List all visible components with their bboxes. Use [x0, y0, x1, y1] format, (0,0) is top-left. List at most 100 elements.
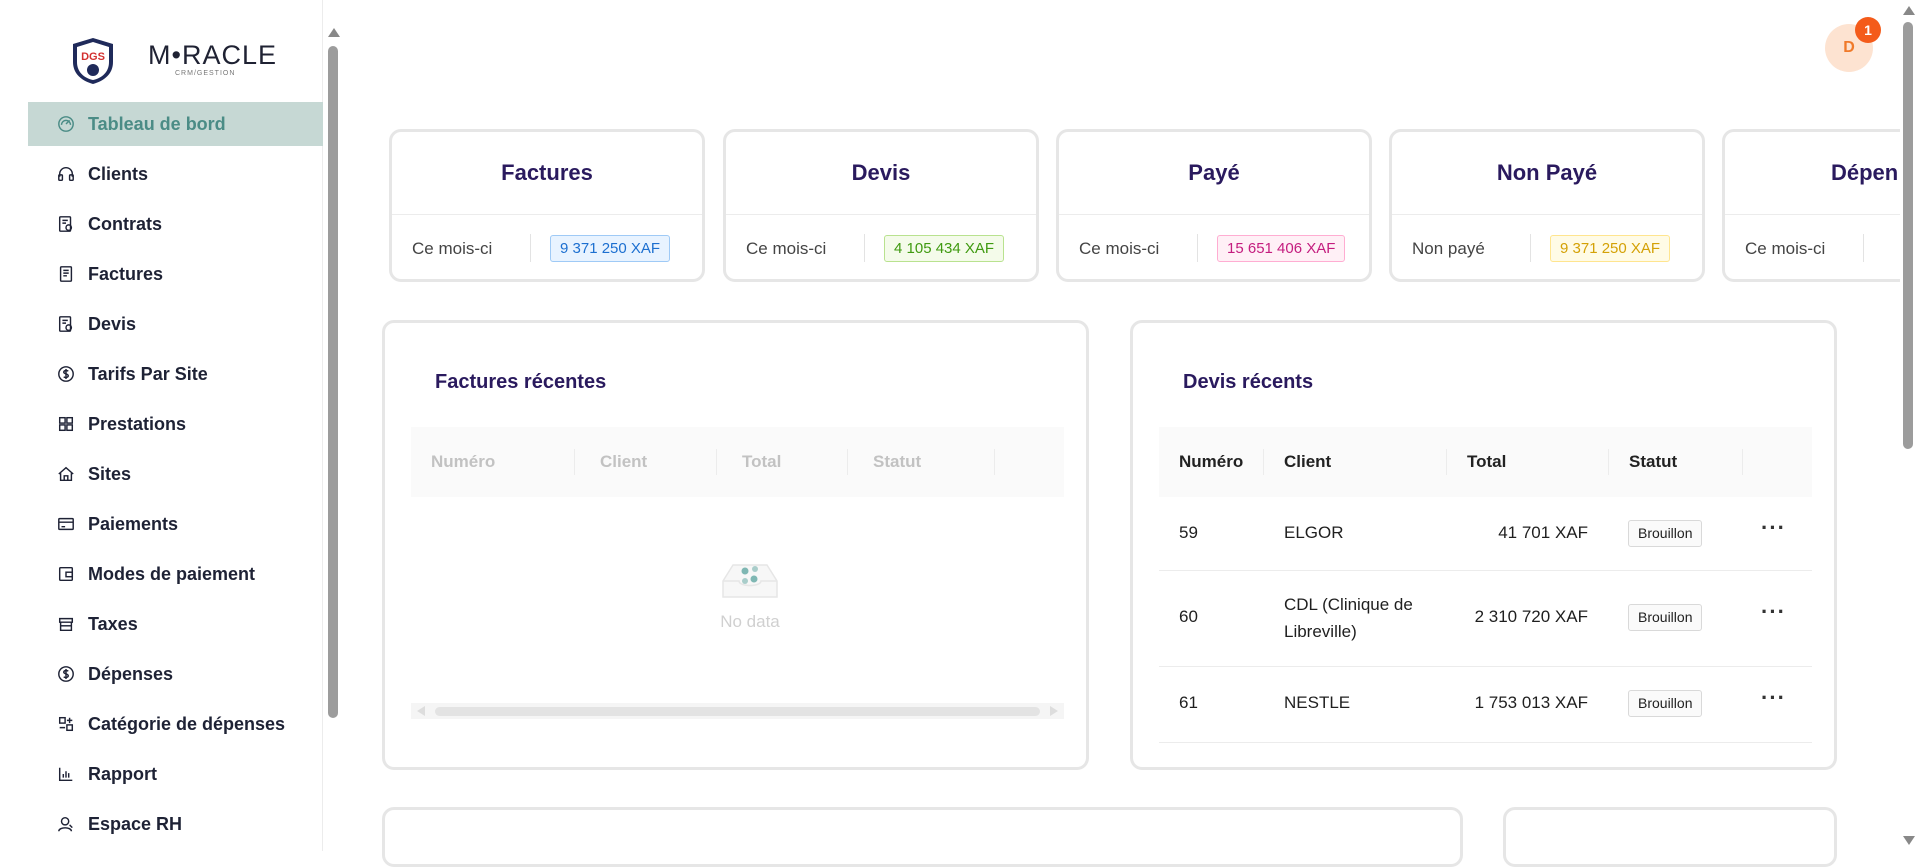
sidebar-item-paiements[interactable]: Paiements	[28, 502, 323, 546]
stat-card-value: 9 371 250 XAF	[550, 235, 671, 262]
stat-card-title: Devis	[851, 160, 911, 185]
table-row[interactable]: 61 NESTLE 1 753 013 XAF Brouillon ···	[1159, 667, 1812, 743]
stat-card-label: Ce mois-ci	[412, 239, 493, 258]
stat-card-title: Non Payé	[1496, 160, 1598, 185]
scroll-left-icon[interactable]	[417, 706, 425, 716]
shop-icon	[56, 614, 76, 634]
dashboard-icon	[56, 114, 76, 134]
sidebar-item-categorie-de-depenses[interactable]: Catégorie de dépenses	[28, 702, 323, 746]
sidebar-item-factures[interactable]: Factures	[28, 252, 323, 296]
sidebar-item-contrats[interactable]: Contrats	[28, 202, 323, 246]
divider	[1742, 449, 1743, 475]
stat-card-paye: Payé Ce mois-ci 15 651 406 XAF	[1056, 129, 1372, 282]
row-actions-button[interactable]: ···	[1761, 515, 1786, 541]
sidebar-item-depenses[interactable]: Dépenses	[28, 652, 323, 696]
sidebar-item-label: Tableau de bord	[88, 113, 226, 134]
sidebar-item-label: Clients	[88, 163, 149, 184]
scroll-right-icon[interactable]	[1050, 706, 1058, 716]
row-actions-button[interactable]: ···	[1761, 599, 1786, 625]
recent-quotes-panel: Devis récents Numéro Client Total Statut…	[1130, 320, 1837, 770]
sidebar-item-label: Catégorie de dépenses	[88, 713, 286, 734]
table-row[interactable]: 59 ELGOR 41 701 XAF Brouillon ···	[1159, 497, 1812, 571]
sidebar-item-taxes[interactable]: Taxes	[28, 602, 323, 646]
divider	[1392, 214, 1702, 215]
stat-card-label: Non payé	[1412, 239, 1485, 258]
empty-state-text: No data	[720, 612, 780, 631]
app-logo[interactable]: DGS M•RACLE CRM/GESTION	[70, 36, 276, 86]
stat-card-non-paye: Non Payé Non payé 9 371 250 XAF	[1389, 129, 1705, 282]
scroll-up-icon[interactable]	[328, 28, 340, 37]
divider	[574, 449, 575, 475]
quote-number: 59	[1179, 523, 1198, 542]
sidebar-item-devis[interactable]: Devis	[28, 302, 323, 346]
page-scrollbar-thumb[interactable]	[1903, 22, 1913, 449]
sidebar-item-label: Prestations	[88, 413, 187, 434]
sidebar-item-label: Contrats	[88, 213, 163, 234]
sidebar-scrollbar-thumb[interactable]	[328, 46, 338, 718]
status-badge: Brouillon	[1628, 690, 1703, 717]
sidebar-item-tableau-de-bord[interactable]: Tableau de bord	[28, 102, 323, 146]
dollar-circle-icon	[56, 664, 76, 684]
row-actions-button[interactable]: ···	[1761, 685, 1786, 711]
sidebar-item-sites[interactable]: Sites	[28, 452, 323, 496]
dollar-circle-icon	[56, 364, 76, 384]
divider	[1059, 214, 1369, 215]
wallet-icon	[56, 564, 76, 584]
sidebar-item-label: Rapport	[88, 763, 157, 784]
horizontal-scrollbar[interactable]	[411, 703, 1064, 719]
status-badge: Brouillon	[1628, 520, 1703, 547]
quote-number: 60	[1179, 607, 1198, 626]
divider	[530, 234, 531, 262]
brand-subtitle: CRM/GESTION	[175, 70, 236, 77]
column-header: Client	[1284, 452, 1332, 471]
sidebar-item-tarifs-par-site[interactable]: Tarifs Par Site	[28, 352, 323, 396]
panel-title: Factures récentes	[435, 371, 607, 393]
page-scrollbar[interactable]	[1900, 0, 1916, 851]
headset-icon	[56, 164, 76, 184]
sidebar: DGS M•RACLE CRM/GESTION Tableau de bord …	[0, 0, 340, 851]
divider	[716, 449, 717, 475]
stat-card-value: 9 371 250 XAF	[1550, 235, 1671, 262]
table-row[interactable]: 60 CDL (Clinique de Libreville) 2 310 72…	[1159, 571, 1812, 667]
notification-badge[interactable]: 1	[1855, 17, 1881, 43]
sidebar-item-rapport[interactable]: Rapport	[28, 752, 323, 796]
sidebar-item-prestations[interactable]: Prestations	[28, 402, 323, 446]
stat-card-value: 4 105 434 XAF	[884, 235, 1005, 262]
table-header: Numéro Client Total Statut	[1159, 427, 1812, 497]
divider	[1530, 234, 1531, 262]
quote-client: CDL (Clinique de Libreville)	[1284, 595, 1413, 641]
divider	[864, 234, 865, 262]
credit-card-icon	[56, 514, 76, 534]
table-header: Numéro Client Total Statut	[411, 427, 1064, 497]
divider	[1197, 234, 1198, 262]
scroll-up-icon[interactable]	[1903, 6, 1915, 15]
panel-title: Devis récents	[1183, 371, 1314, 393]
stat-card-devis: Devis Ce mois-ci 4 105 434 XAF	[723, 129, 1039, 282]
divider	[1725, 214, 1900, 215]
quote-total: 1 753 013 XAF	[1474, 693, 1588, 712]
sidebar-scrollbar[interactable]	[327, 28, 340, 851]
empty-box-icon	[722, 564, 778, 598]
quote-icon	[56, 314, 76, 334]
quote-number: 61	[1179, 693, 1198, 712]
sidebar-item-label: Taxes	[88, 613, 138, 634]
shield-logo-icon: DGS	[73, 38, 113, 84]
grid-icon	[56, 414, 76, 434]
sidebar-item-modes-de-paiement[interactable]: Modes de paiement	[28, 552, 323, 596]
column-header: Statut	[873, 452, 922, 471]
sidebar-item-espace-rh[interactable]: Espace RH	[28, 802, 323, 846]
divider	[392, 214, 702, 215]
column-header: Total	[742, 452, 782, 471]
sidebar-item-label: Paiements	[88, 513, 179, 534]
brand-name: M•RACLE	[148, 40, 277, 70]
sidebar-item-label: Dépenses	[88, 663, 174, 684]
horizontal-scrollbar-thumb[interactable]	[435, 707, 1040, 716]
home-icon	[56, 464, 76, 484]
contract-icon	[56, 214, 76, 234]
user-icon	[56, 814, 76, 834]
sidebar-item-label: Sites	[88, 463, 132, 484]
sidebar-item-label: Factures	[88, 263, 164, 284]
sidebar-item-clients[interactable]: Clients	[28, 152, 323, 196]
scroll-down-icon[interactable]	[1903, 836, 1915, 845]
column-header: Statut	[1629, 452, 1678, 471]
